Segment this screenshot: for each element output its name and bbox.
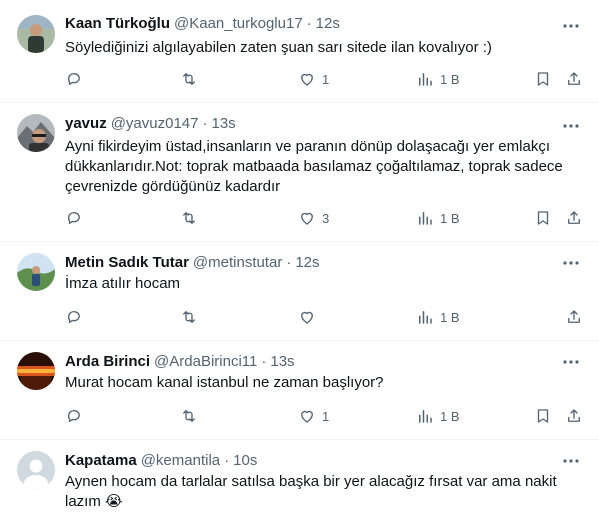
views-count: 1 B	[440, 210, 460, 226]
views-icon	[419, 410, 432, 423]
timestamp[interactable]: 13s	[211, 115, 235, 132]
views-icon	[419, 311, 432, 324]
separator-dot: ·	[261, 353, 267, 370]
views-button[interactable]: 1 B	[416, 307, 460, 327]
timestamp[interactable]: 13s	[270, 353, 294, 370]
tweet-text: Aynen hocam da tarlalar satılsa başka bi…	[65, 473, 557, 510]
avatar[interactable]	[17, 15, 55, 53]
author-name[interactable]: Arda Birinci	[65, 353, 150, 370]
bookmark-icon	[537, 211, 549, 225]
retweet-button[interactable]	[180, 208, 198, 228]
retweet-icon	[183, 73, 195, 85]
views-button[interactable]: 1 B	[416, 406, 460, 426]
views-count: 1 B	[440, 71, 460, 87]
avatar[interactable]	[17, 253, 55, 291]
author-name[interactable]: Kaan Türkoğlu	[65, 15, 170, 32]
tweet[interactable]: yavuz @yavuz0147 · 13s Ayni fikirdeyim üsta…	[0, 103, 599, 242]
bookmark-button[interactable]	[534, 406, 552, 426]
reply-button[interactable]	[65, 208, 83, 228]
reply-button[interactable]	[65, 406, 83, 426]
reply-button[interactable]	[65, 69, 83, 89]
views-count: 1 B	[440, 309, 460, 325]
timestamp[interactable]: 12s	[295, 254, 319, 271]
author-handle[interactable]: @metinstutar	[193, 254, 282, 271]
like-count: 3	[322, 210, 330, 226]
bookmark-icon	[537, 72, 549, 86]
tweet[interactable]: Arda Birinci @ArdaBirinci11 · 13s Murat hoc…	[0, 341, 599, 440]
reply-button[interactable]	[65, 307, 83, 327]
retweet-button[interactable]	[180, 307, 198, 327]
reply-icon	[67, 410, 80, 422]
share-icon	[568, 72, 580, 85]
retweet-button[interactable]	[180, 69, 198, 89]
like-icon	[301, 410, 313, 423]
avatar[interactable]	[17, 451, 55, 489]
share-button[interactable]	[565, 208, 583, 228]
tweet-text: Murat hocam kanal istanbul ne zaman başl…	[65, 374, 384, 391]
author-handle[interactable]: @kemantila	[141, 452, 220, 469]
tweet-text: İmza atılır hocam	[65, 275, 181, 292]
like-button[interactable]: 3	[298, 208, 329, 228]
reply-icon	[67, 212, 80, 224]
like-button[interactable]	[298, 307, 322, 327]
tweet-text: Söylediğinizi algılayabilen zaten şuan s…	[65, 39, 492, 56]
tweet[interactable]: Kapatama @kemantila · 10s Aynen hocam da ta…	[0, 440, 599, 527]
author-name[interactable]: Kapatama	[65, 452, 137, 469]
more-icon[interactable]	[561, 253, 581, 273]
retweet-icon	[183, 410, 195, 422]
views-icon	[419, 212, 432, 225]
share-icon	[568, 409, 580, 422]
separator-dot: ·	[286, 254, 292, 271]
tweet[interactable]: Metin Sadık Tutar @metinstutar · 12s İmza a…	[0, 242, 599, 341]
tweet-text: Ayni fikirdeyim üstad,insanların ve para…	[65, 138, 563, 195]
more-icon[interactable]	[561, 352, 581, 372]
like-button[interactable]: 1	[298, 406, 329, 426]
separator-dot: ·	[224, 452, 230, 469]
timestamp[interactable]: 12s	[316, 15, 340, 32]
views-button[interactable]: 1 B	[416, 69, 460, 89]
avatar[interactable]	[17, 114, 55, 152]
more-icon[interactable]	[561, 116, 581, 136]
views-icon	[419, 73, 432, 86]
avatar[interactable]	[17, 352, 55, 390]
author-name[interactable]: yavuz	[65, 115, 107, 132]
retweet-button[interactable]	[180, 406, 198, 426]
more-icon[interactable]	[561, 451, 581, 471]
share-icon	[568, 310, 580, 323]
retweet-icon	[183, 311, 195, 323]
share-button[interactable]	[565, 307, 583, 327]
author-handle[interactable]: @ArdaBirinci11	[154, 353, 257, 370]
like-button[interactable]: 1	[298, 69, 329, 89]
share-button[interactable]	[565, 69, 583, 89]
views-button[interactable]: 1 B	[416, 208, 460, 228]
author-handle[interactable]: @Kaan_turkoglu17	[174, 15, 303, 32]
reply-icon	[67, 311, 80, 323]
like-icon	[301, 73, 313, 86]
like-count: 1	[322, 71, 330, 87]
author-name[interactable]: Metin Sadık Tutar	[65, 254, 189, 271]
share-icon	[568, 211, 580, 224]
views-count: 1 B	[440, 408, 460, 424]
bookmark-button[interactable]	[534, 208, 552, 228]
retweet-icon	[183, 212, 195, 224]
separator-dot: ·	[306, 15, 312, 32]
separator-dot: ·	[202, 115, 208, 132]
tweet[interactable]: Kaan Türkoğlu @Kaan_turkoglu17 · 12s Söyled…	[0, 0, 599, 103]
like-icon	[301, 311, 313, 324]
like-icon	[301, 212, 313, 225]
reply-icon	[67, 73, 80, 85]
share-button[interactable]	[565, 406, 583, 426]
bookmark-button[interactable]	[534, 69, 552, 89]
like-count: 1	[322, 408, 330, 424]
author-handle[interactable]: @yavuz0147	[111, 115, 199, 132]
timestamp[interactable]: 10s	[233, 452, 257, 469]
more-icon[interactable]	[561, 16, 581, 36]
bookmark-icon	[537, 409, 549, 423]
